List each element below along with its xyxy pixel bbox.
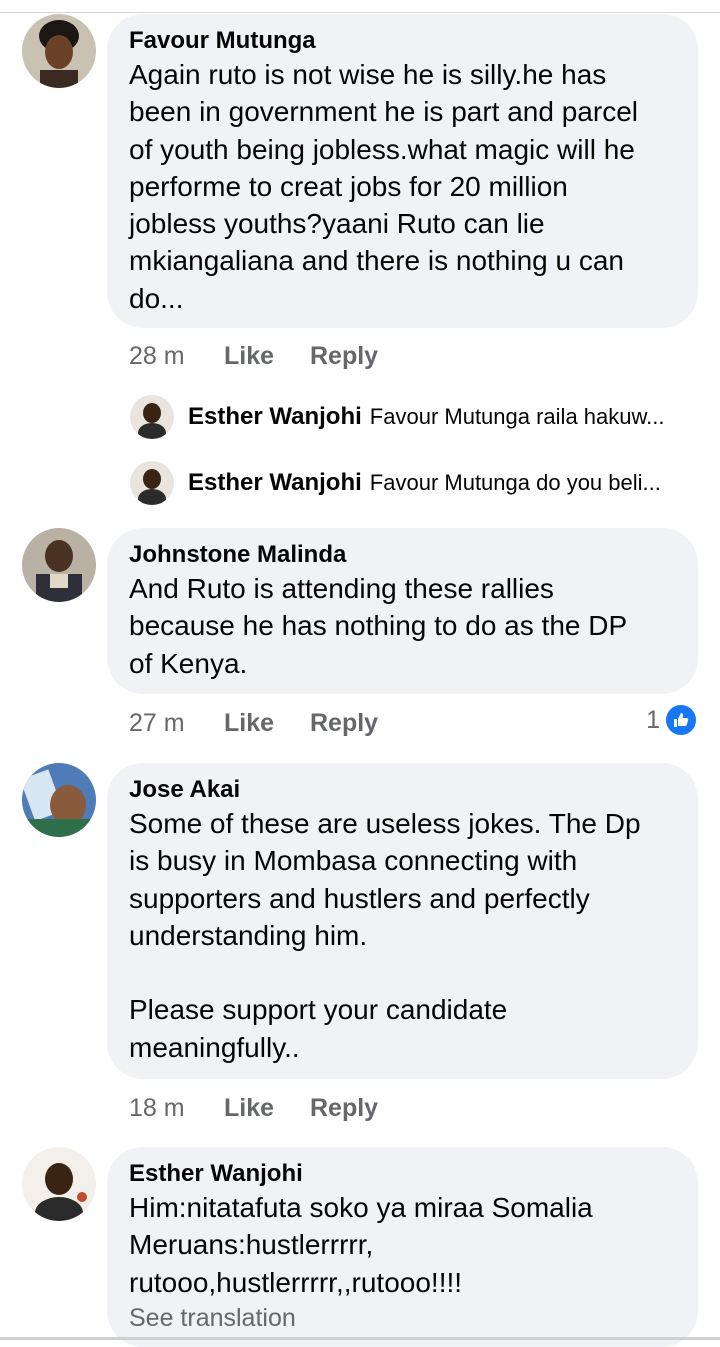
comment-time[interactable]: 28 m [129,342,224,371]
reply-preview[interactable]: Esther Wanjohi Favour Mutunga raila haku… [130,394,710,440]
comment-text: Some of these are useless jokes. The Dp … [129,808,641,1063]
comment-author[interactable]: Jose Akai [129,773,676,805]
avatar[interactable] [130,395,174,439]
comment-bubble[interactable]: Favour Mutunga Again ruto is not wise he… [107,14,698,328]
comment-text: And Ruto is attending these rallies beca… [129,573,628,679]
avatar[interactable] [22,14,96,88]
comment-text: Again ruto is not wise he is silly.he ha… [129,59,638,314]
comment-author[interactable]: Esther Wanjohi [129,1157,676,1189]
comment-bubble[interactable]: Esther Wanjohi Him:nitatafuta soko ya mi… [107,1147,698,1347]
like-button[interactable]: Like [224,342,310,371]
see-translation-link[interactable]: See translation [129,1303,676,1333]
reaction-summary[interactable]: 1 [646,703,698,737]
comment-bubble[interactable]: Jose Akai Some of these are useless joke… [107,763,698,1079]
reply-preview[interactable]: Esther Wanjohi Favour Mutunga do you bel… [130,460,710,506]
comment-actions: 18 m Like Reply [129,1090,378,1126]
avatar[interactable] [130,461,174,505]
comment-actions: 27 m Like Reply [129,705,378,741]
comment-actions: 28 m Like Reply [129,338,378,374]
reply-button[interactable]: Reply [310,709,378,738]
comment-author[interactable]: Johnstone Malinda [129,538,676,570]
reply-button[interactable]: Reply [310,342,378,371]
comment-time[interactable]: 27 m [129,709,224,738]
like-button[interactable]: Like [224,709,310,738]
comment-text: Him:nitatafuta soko ya miraa Somalia Mer… [129,1192,593,1298]
reply-text: Favour Mutunga do you beli... [369,470,661,495]
avatar[interactable] [22,763,96,837]
comment-bubble[interactable]: Johnstone Malinda And Ruto is attending … [107,528,698,694]
comment-author[interactable]: Favour Mutunga [129,24,676,56]
reply-author[interactable]: Esther Wanjohi [188,469,362,497]
reply-author[interactable]: Esther Wanjohi [188,403,362,431]
reaction-count: 1 [646,705,660,734]
reply-button[interactable]: Reply [310,1094,378,1123]
like-button[interactable]: Like [224,1094,310,1123]
top-divider [0,0,720,13]
avatar[interactable] [22,528,96,602]
avatar[interactable] [22,1147,96,1221]
thumbs-up-icon [664,703,698,737]
comment-time[interactable]: 18 m [129,1094,224,1123]
reply-text: Favour Mutunga raila hakuw... [369,404,665,429]
